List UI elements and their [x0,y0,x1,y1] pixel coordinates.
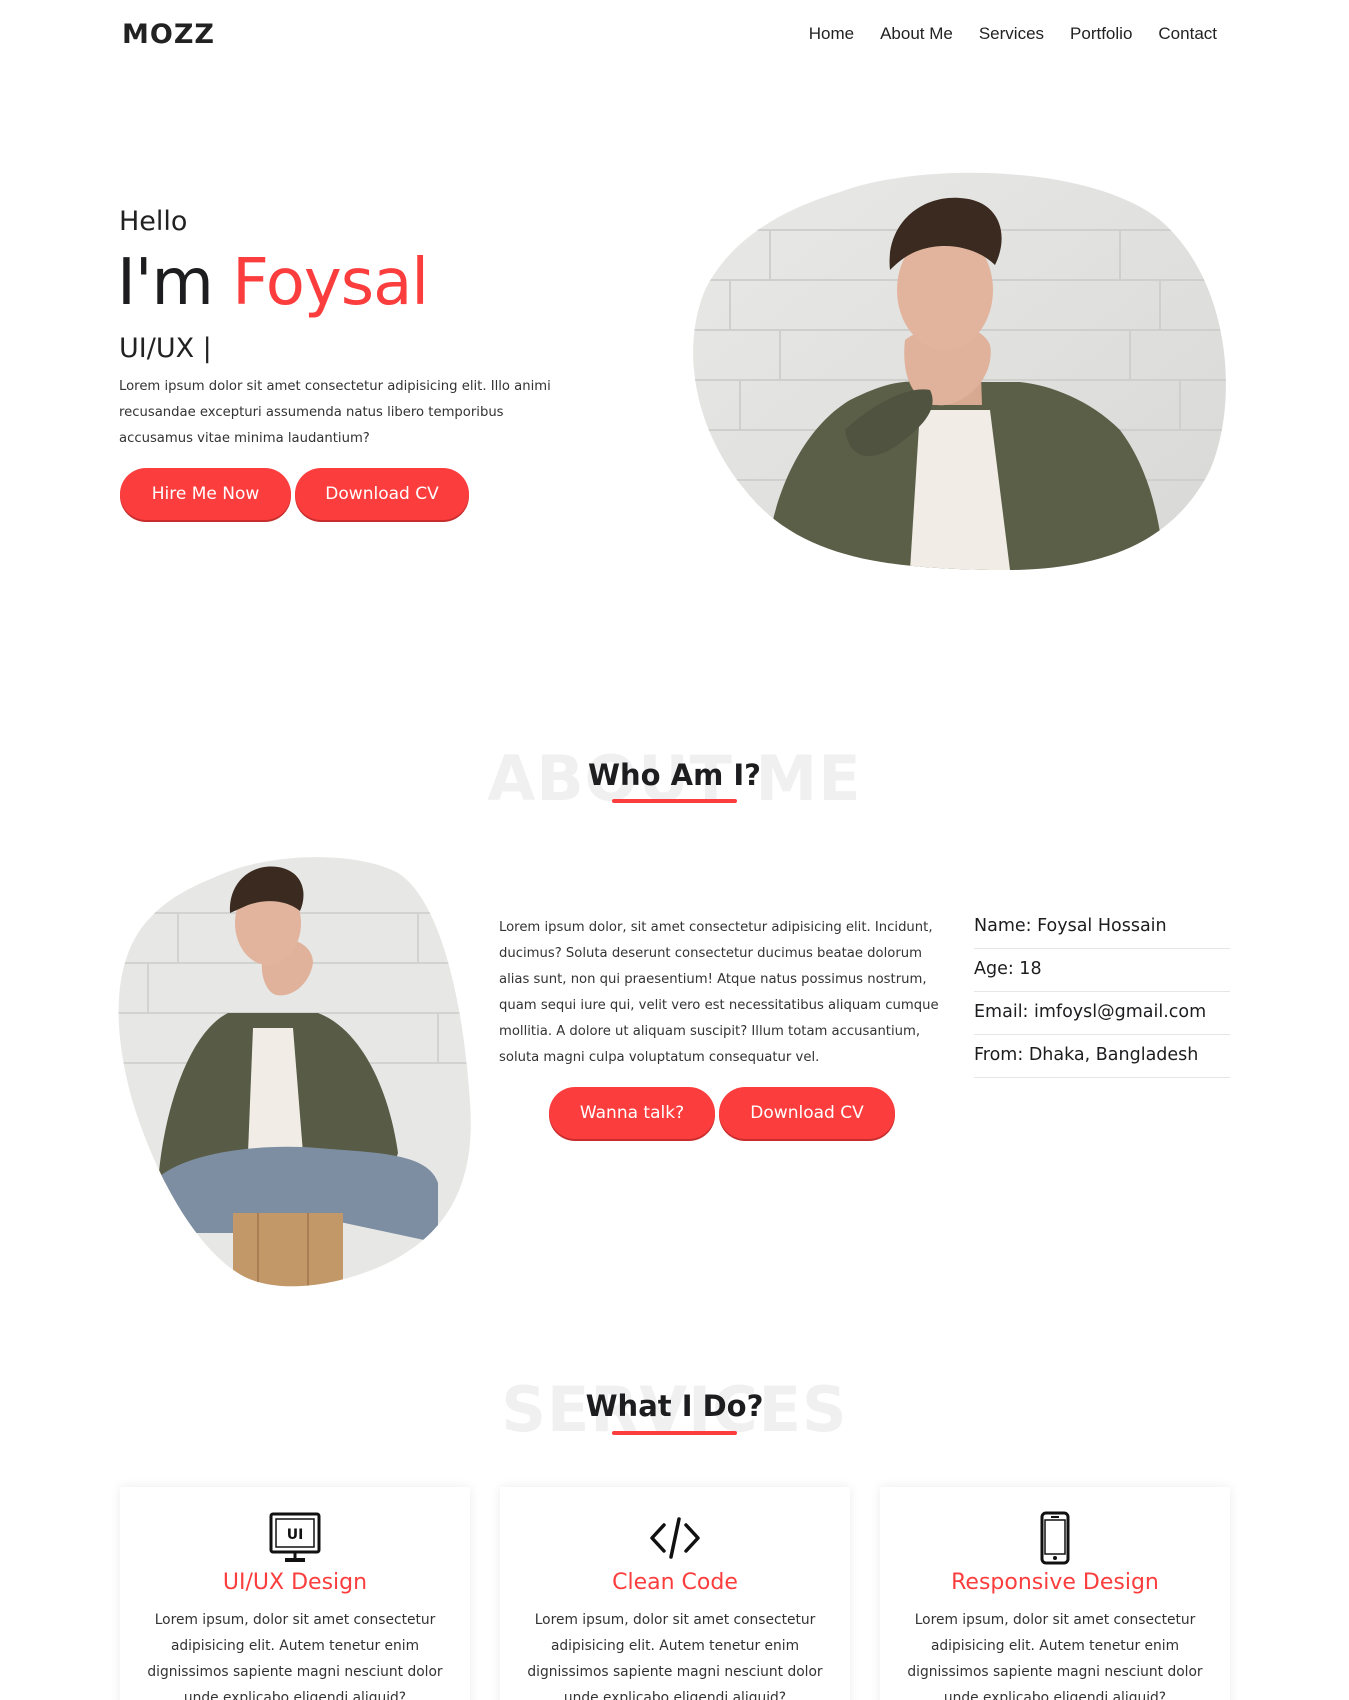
wanna-talk-button[interactable]: Wanna talk? [549,1087,715,1139]
code-icon [500,1511,850,1565]
hero-title-prefix: I'm [117,246,214,320]
info-email: Email: imfoysl@gmail.com [974,992,1230,1035]
services-heading: What I Do? [585,1389,764,1423]
hero-greeting: Hello [119,206,188,237]
navbar: MOZZ Home About Me Services Portfolio Co… [0,0,1349,72]
hero-portrait-photo [693,172,1226,570]
service-card-responsive: Responsive Design Lorem ipsum, dolor sit… [880,1487,1230,1700]
hero-role: UI/UX | [119,333,212,364]
service-text: Lorem ipsum, dolor sit amet consectetur … [907,1612,1203,1700]
service-text: Lorem ipsum, dolor sit amet consectetur … [147,1612,443,1700]
monitor-ui-icon-text: UI [287,1527,304,1543]
about-paragraph: Lorem ipsum dolor, sit amet consectetur … [499,920,939,1065]
hero-download-cv-button[interactable]: Download CV [295,468,469,520]
service-card-uiux: UI UI/UX Design Lorem ipsum, dolor sit a… [120,1487,470,1700]
nav-menu: Home About Me Services Portfolio Contact [809,24,1217,44]
personal-info-list: Name: Foysal Hossain Age: 18 Email: imfo… [974,906,1230,1078]
monitor-ui-icon: UI [120,1511,470,1565]
about-heading: Who Am I? [587,758,762,792]
nav-item-contact[interactable]: Contact [1158,24,1217,44]
mobile-phone-icon [880,1511,1230,1565]
service-card-clean-code: Clean Code Lorem ipsum, dolor sit amet c… [500,1487,850,1700]
about-download-cv-button[interactable]: Download CV [719,1087,895,1139]
hire-me-button[interactable]: Hire Me Now [120,468,291,520]
services-heading-underline [612,1431,737,1435]
nav-item-services[interactable]: Services [979,24,1044,44]
hero-name: Foysal [232,246,429,320]
nav-item-portfolio[interactable]: Portfolio [1070,24,1132,44]
logo[interactable]: MOZZ [122,19,215,50]
hero-title: I'm Foysal [117,246,429,320]
nav-item-home[interactable]: Home [809,24,854,44]
service-title: Clean Code [612,1570,738,1595]
about-heading-underline [612,799,737,803]
service-text: Lorem ipsum, dolor sit amet consectetur … [527,1612,823,1700]
info-from: From: Dhaka, Bangladesh [974,1035,1230,1078]
hero-description: Lorem ipsum dolor sit amet consectetur a… [119,379,551,446]
info-name: Name: Foysal Hossain [974,906,1230,949]
service-title: Responsive Design [951,1570,1159,1595]
info-age: Age: 18 [974,949,1230,992]
about-portrait-photo [118,857,471,1287]
service-title: UI/UX Design [222,1570,368,1595]
nav-item-about[interactable]: About Me [880,24,953,44]
